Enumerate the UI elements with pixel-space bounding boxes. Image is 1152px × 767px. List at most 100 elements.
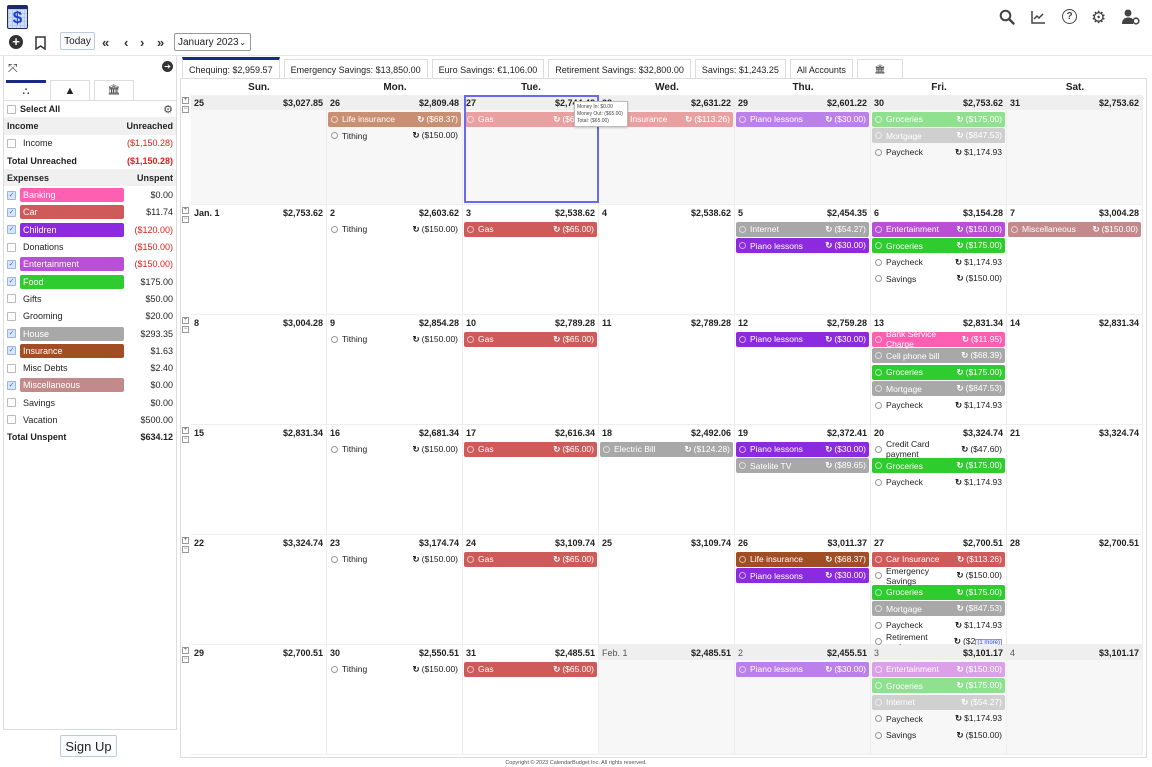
transaction[interactable]: Groceries ↻ ($175.00): [872, 111, 1005, 127]
transaction[interactable]: Piano lessons ↻ ($30.00): [736, 331, 869, 347]
transaction[interactable]: Groceries ↻ ($175.00): [872, 364, 1005, 380]
transaction[interactable]: Gas ↻($65.00): [464, 551, 597, 567]
status-circle-icon[interactable]: [875, 588, 882, 596]
transaction[interactable]: Piano lessons ↻ ($30.00): [736, 568, 869, 583]
app-logo[interactable]: $: [7, 5, 28, 29]
tab-categories[interactable]: ⛬: [6, 80, 46, 100]
transaction[interactable]: Savings ↻ ($150.00): [872, 271, 1005, 286]
status-circle-icon[interactable]: [875, 335, 882, 343]
transaction[interactable]: Entertainment ↻ ($150.00): [872, 661, 1005, 677]
transaction[interactable]: Savings ↻ ($150.00): [872, 728, 1005, 743]
transaction[interactable]: Credit Card payment ↻ ($47.60): [872, 439, 1005, 459]
transaction[interactable]: Mortgage ↻ ($847.53): [872, 601, 1005, 616]
status-circle-icon[interactable]: [739, 665, 746, 673]
status-circle-icon[interactable]: [875, 385, 882, 392]
calendar-day[interactable]: 26 $2,809.48 Life insurance ↻ ($68.37) Tithin…: [327, 95, 463, 205]
transaction[interactable]: Tithing ↻ ($150.00): [328, 332, 461, 347]
collapse-week-icon[interactable]: −: [182, 326, 189, 333]
expand-week-icon[interactable]: +: [182, 207, 189, 214]
calendar-day[interactable]: 29 $2,601.22 Piano lessons ↻ ($30.00): [735, 95, 871, 205]
expand-week-icon[interactable]: +: [182, 537, 189, 544]
category-checkbox[interactable]: ✓: [7, 346, 16, 356]
transaction[interactable]: Tithing ↻ ($150.00): [328, 128, 461, 143]
next-year-button[interactable]: »: [157, 35, 164, 50]
transaction[interactable]: Tithing ↻ ($150.00): [328, 222, 461, 237]
status-circle-icon[interactable]: [331, 225, 338, 233]
status-circle-icon[interactable]: [875, 682, 882, 689]
status-circle-icon[interactable]: [875, 665, 882, 673]
expense-row[interactable]: Savings $0.00: [4, 394, 176, 411]
category-checkbox[interactable]: ✓: [7, 225, 16, 235]
status-circle-icon[interactable]: [467, 335, 474, 343]
expense-row[interactable]: ✓ Entertainment ($150.00): [4, 256, 176, 273]
status-circle-icon[interactable]: [331, 555, 338, 563]
add-icon[interactable]: +: [9, 35, 23, 49]
transaction[interactable]: Bank Service Charge ↻ ($11.95): [872, 329, 1005, 349]
transaction[interactable]: Emergency Savings ↻ ($150.00): [872, 566, 1005, 586]
calendar-day[interactable]: 2 $2,455.51 Piano lessons ↻ ($30.00): [735, 645, 871, 755]
calendar-day[interactable]: 19 $2,372.41 Piano lessons ↻ ($30.00) Satelit…: [735, 425, 871, 535]
next-month-button[interactable]: ›: [140, 35, 144, 50]
calendar-day[interactable]: 12 $2,759.28 Piano lessons ↻ ($30.00): [735, 315, 871, 425]
transaction[interactable]: Gas ↻($65.00): [464, 331, 597, 347]
account-tab[interactable]: Retirement Savings: $32,800.00: [548, 59, 691, 79]
status-circle-icon[interactable]: [739, 572, 746, 579]
account-tab[interactable]: Euro Savings: €1,106.00: [431, 59, 545, 79]
account-tab[interactable]: All Accounts: [789, 59, 853, 79]
calendar-day[interactable]: 30 $2,753.62 Groceries ↻ ($175.00) Mortgage ↻(…: [871, 95, 1007, 205]
transaction[interactable]: Paycheck ↻ $1,174.93: [872, 145, 1005, 160]
select-all-checkbox[interactable]: [7, 104, 16, 114]
transaction[interactable]: Gas ↻($65.00): [464, 221, 597, 237]
expense-row[interactable]: ✓ House $293.35: [4, 325, 176, 342]
transaction[interactable]: Tithing ↻ ($150.00): [328, 442, 461, 457]
calendar-day[interactable]: 3 $3,101.17 Entertainment ↻ ($150.00) Groceri…: [871, 645, 1007, 755]
calendar-day[interactable]: 18 $2,492.06 Electric Bill ↻ ($124.28): [599, 425, 735, 535]
status-circle-icon[interactable]: [875, 605, 882, 612]
transaction[interactable]: Groceries ↻ ($175.00): [872, 238, 1005, 253]
transaction[interactable]: Groceries ↻ ($175.00): [872, 458, 1005, 473]
status-circle-icon[interactable]: [875, 621, 882, 629]
transaction[interactable]: Paycheck ↻ $1,174.93: [872, 398, 1005, 413]
expand-week-icon[interactable]: +: [182, 317, 189, 324]
transaction[interactable]: Piano lessons ↻ ($30.00): [736, 661, 869, 677]
calendar-day[interactable]: 17 $2,616.34 Gas ↻ ($65.00): [463, 425, 599, 535]
status-circle-icon[interactable]: [331, 335, 338, 343]
calendar-day[interactable]: 11 $2,789.28: [599, 315, 735, 425]
prev-month-button[interactable]: ‹: [124, 35, 128, 50]
status-circle-icon[interactable]: [1011, 225, 1018, 233]
transaction[interactable]: Satelite TV ↻ ($89.65): [736, 458, 869, 473]
category-checkbox[interactable]: [7, 415, 16, 425]
transaction[interactable]: Piano lessons ↻ ($30.00): [736, 441, 869, 457]
category-checkbox[interactable]: ✓: [7, 329, 16, 338]
status-circle-icon[interactable]: [739, 445, 746, 453]
category-checkbox[interactable]: ✓: [7, 190, 16, 200]
status-circle-icon[interactable]: [331, 445, 338, 453]
status-circle-icon[interactable]: [875, 225, 882, 233]
category-checkbox[interactable]: ✓: [7, 207, 16, 217]
status-circle-icon[interactable]: [467, 555, 474, 563]
transaction[interactable]: Groceries ↻ ($175.00): [872, 678, 1005, 693]
transaction[interactable]: Entertainment ↻ ($150.00): [872, 221, 1005, 237]
calendar-day[interactable]: 6 $3,154.28 Entertainment ↻ ($150.00) Groceri…: [871, 205, 1007, 315]
calendar-day[interactable]: 22 $3,324.74: [191, 535, 327, 645]
status-circle-icon[interactable]: [875, 132, 882, 139]
calendar-day[interactable]: 3 $2,538.62 Gas ↻ ($65.00): [463, 205, 599, 315]
expense-row[interactable]: Gifts $50.00: [4, 290, 176, 307]
expense-row[interactable]: Grooming $20.00: [4, 308, 176, 325]
status-circle-icon[interactable]: [875, 698, 882, 706]
status-circle-icon[interactable]: [875, 148, 882, 156]
transaction[interactable]: Mortgage ↻ ($847.53): [872, 128, 1005, 143]
category-checkbox[interactable]: [7, 294, 16, 304]
calendar-day[interactable]: 23 $3,174.74 Tithing ↻ ($150.00): [327, 535, 463, 645]
gear-icon[interactable]: ⚙: [1091, 8, 1106, 28]
status-circle-icon[interactable]: [603, 445, 610, 453]
status-circle-icon[interactable]: [467, 225, 474, 233]
income-row[interactable]: Income ($1,150.28): [4, 135, 176, 152]
expense-row[interactable]: ✓ Food $175.00: [4, 273, 176, 290]
transaction[interactable]: Groceries ↻ ($175.00): [872, 584, 1005, 600]
prev-year-button[interactable]: «: [102, 35, 109, 50]
category-checkbox[interactable]: [7, 398, 16, 408]
calendar-day[interactable]: 4 $3,101.17: [1007, 645, 1143, 755]
month-select[interactable]: January 2023 ⌄: [174, 33, 251, 51]
calendar-day[interactable]: 21 $3,324.74: [1007, 425, 1143, 535]
